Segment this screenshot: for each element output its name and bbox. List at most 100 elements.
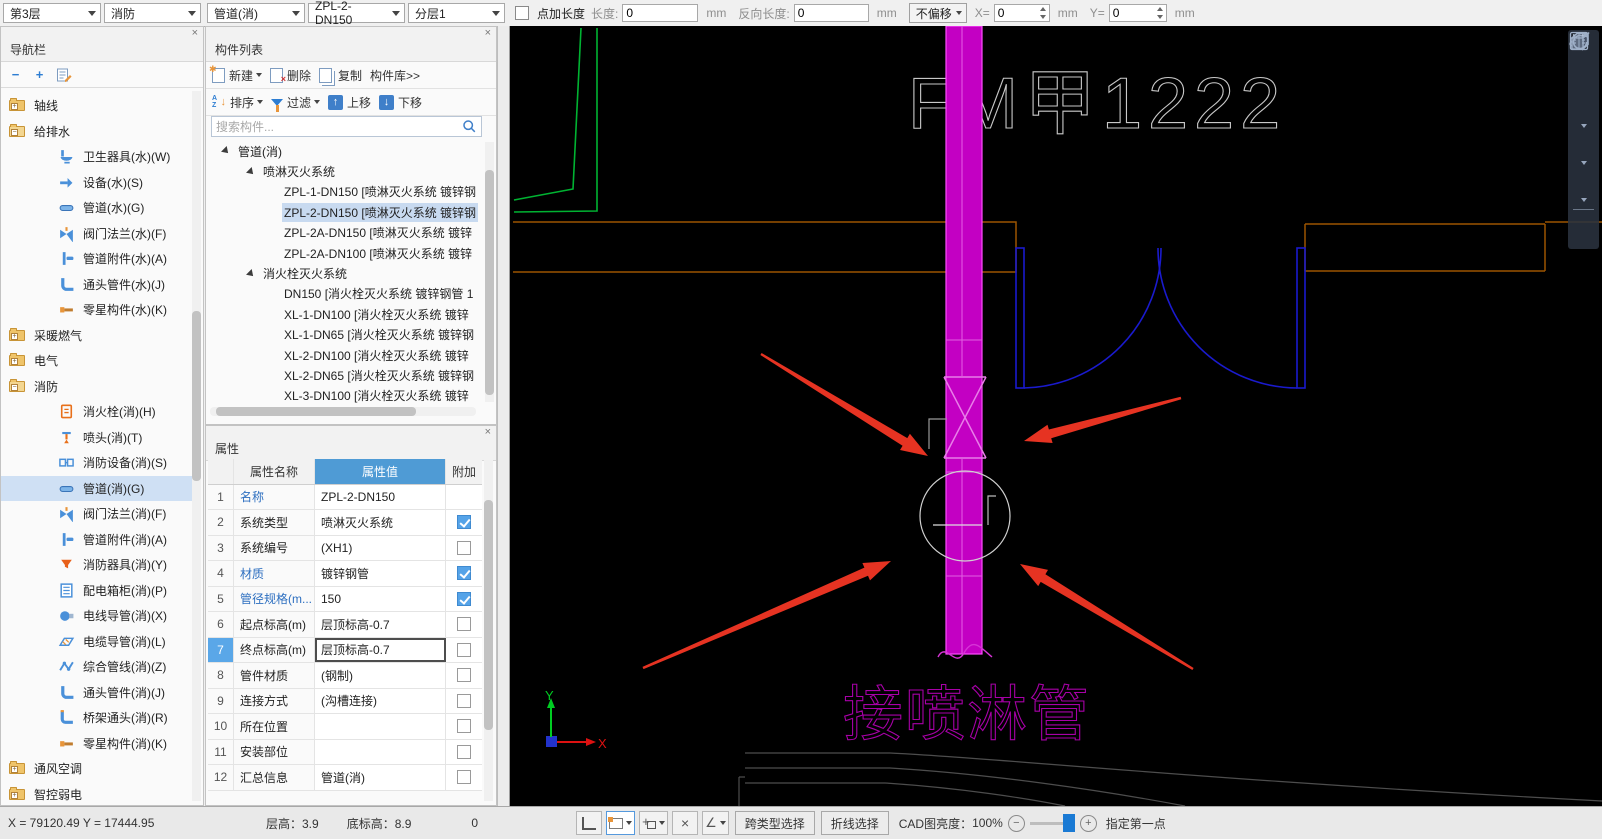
spinner-arrows-icon[interactable] [1155, 5, 1166, 21]
sort-button[interactable]: AZ↓ 排序 [212, 94, 263, 111]
floor-select[interactable]: 第3层 [3, 3, 101, 23]
extra-checkbox[interactable] [457, 617, 471, 631]
sidebar-item[interactable]: 零星构件(消)(K) [1, 731, 193, 757]
cad-canvas[interactable]: FM甲1222 [510, 26, 1602, 806]
sidebar-item[interactable]: 阀门法兰(消)(F) [1, 501, 193, 527]
extra-checkbox[interactable] [457, 643, 471, 657]
ortho-mode-button[interactable] [576, 811, 602, 835]
view-3d-button[interactable]: 3D [1570, 66, 1597, 93]
property-row[interactable]: 8管件材质(钢制) [208, 663, 482, 689]
rect-select-button[interactable] [606, 811, 635, 835]
sidebar-item[interactable]: 管道附件(消)(A) [1, 527, 193, 553]
component-item[interactable]: ZPL-2-DN150 [喷淋灭火系统 镀锌钢 [206, 202, 482, 222]
chevron-down-icon[interactable] [1581, 124, 1587, 128]
sidebar-item[interactable]: +电气 [1, 348, 193, 374]
property-row[interactable]: 12汇总信息管道(消) [208, 765, 482, 791]
sidebar-item[interactable]: +智控弱电 [1, 782, 193, 806]
chevron-down-icon[interactable] [1581, 198, 1587, 202]
sidebar-item[interactable]: 消防设备(消)(S) [1, 450, 193, 476]
rotate-view-button[interactable] [1570, 169, 1597, 196]
component-select[interactable]: ZPL-2-DN150 [308, 3, 405, 23]
property-value[interactable]: 层顶标高-0.7 [315, 612, 446, 637]
sidebar-item[interactable]: 消防器具(消)(Y) [1, 552, 193, 578]
component-item[interactable]: 管道(消) [206, 141, 482, 161]
sidebar-item[interactable]: 通头管件(消)(J) [1, 680, 193, 706]
collapse-all-icon[interactable]: − [7, 66, 24, 83]
move-down-button[interactable]: ↓ 下移 [379, 94, 422, 111]
property-value[interactable]: (钢制) [315, 663, 446, 688]
property-row[interactable]: 3系统编号(XH1) [208, 536, 482, 562]
sidebar-item[interactable]: 电线导管(消)(X) [1, 603, 193, 629]
component-item[interactable]: DN150 [消火栓灭火系统 镀锌钢管 1 [206, 284, 482, 304]
component-item[interactable]: ZPL-2A-DN100 [喷淋灭火系统 镀锌 [206, 243, 482, 263]
component-item[interactable]: 消火栓灭火系统 [206, 263, 482, 283]
component-item[interactable]: XL-2-DN65 [消火栓灭火系统 镀锌钢 [206, 365, 482, 385]
extra-checkbox[interactable] [457, 566, 471, 580]
expand-arrow-icon[interactable] [246, 167, 256, 177]
property-row[interactable]: 1名称ZPL-2-DN150 [208, 485, 482, 511]
extra-checkbox[interactable] [457, 719, 471, 733]
view-shaded-button[interactable] [1570, 132, 1597, 159]
sidebar-item[interactable]: 管道(消)(G) [1, 476, 193, 502]
sidebar-item[interactable]: 电缆导管(消)(L) [1, 629, 193, 655]
nav-scrollbar[interactable] [192, 91, 201, 801]
property-row[interactable]: 6起点标高(m)层顶标高-0.7 [208, 612, 482, 638]
component-item[interactable]: ZPL-2A-DN150 [喷淋灭火系统 镀锌 [206, 223, 482, 243]
move-up-button[interactable]: ↑ 上移 [328, 94, 371, 111]
expand-arrow-icon[interactable] [221, 146, 231, 156]
extra-checkbox[interactable] [457, 745, 471, 759]
panel-splitter[interactable] [497, 26, 510, 806]
extra-checkbox[interactable] [457, 668, 471, 682]
sidebar-item[interactable]: 通头管件(水)(J) [1, 272, 193, 298]
spinner-arrows-icon[interactable] [1038, 5, 1049, 21]
brightness-slider-thumb[interactable] [1063, 814, 1075, 832]
layer-select[interactable]: 分层1 [408, 3, 505, 23]
display-settings-button[interactable] [1570, 215, 1597, 242]
search-input[interactable] [212, 120, 462, 134]
sidebar-item[interactable]: 消火栓(消)(H) [1, 399, 193, 425]
property-row[interactable]: 4材质镀锌钢管 [208, 561, 482, 587]
sidebar-item[interactable]: 综合管线(消)(Z) [1, 654, 193, 680]
component-item[interactable]: XL-3-DN100 [消火栓灭火系统 镀锌 [206, 386, 482, 406]
sidebar-item[interactable]: 管道附件(水)(A) [1, 246, 193, 272]
sidebar-item[interactable]: 桥架通头(消)(R) [1, 705, 193, 731]
sidebar-item[interactable]: +采暖燃气 [1, 323, 193, 349]
properties-scrollbar[interactable] [484, 460, 493, 801]
component-hscrollbar[interactable] [210, 407, 476, 416]
deselect-button[interactable]: × [672, 811, 698, 835]
property-value[interactable] [315, 740, 446, 765]
property-row[interactable]: 11安装部位 [208, 740, 482, 766]
specialty-select[interactable]: 消防 [104, 3, 201, 23]
sidebar-item[interactable]: −给排水 [1, 119, 193, 145]
close-icon[interactable]: × [485, 27, 491, 40]
offset-mode-select[interactable]: 不偏移 [909, 3, 967, 23]
sidebar-item[interactable]: 设备(水)(S) [1, 170, 193, 196]
cross-type-select-button[interactable]: 跨类型选择 [735, 811, 815, 835]
component-item[interactable]: 喷淋灭火系统 [206, 161, 482, 181]
sidebar-item[interactable]: +通风空调 [1, 756, 193, 782]
chevron-down-icon[interactable] [1581, 161, 1587, 165]
property-value[interactable]: 喷淋灭火系统 [315, 510, 446, 535]
component-search[interactable] [211, 116, 482, 137]
sidebar-item[interactable]: 配电箱柜(消)(P) [1, 578, 193, 604]
copy-button[interactable]: 复制 [319, 67, 362, 84]
close-icon[interactable]: × [192, 27, 198, 40]
sidebar-item[interactable]: 喷头(消)(T) [1, 425, 193, 451]
sidebar-item[interactable]: 卫生器具(水)(W) [1, 144, 193, 170]
component-item[interactable]: ZPL-1-DN150 [喷淋灭火系统 镀锌钢 [206, 182, 482, 202]
point-add-length-checkbox[interactable] [515, 6, 529, 20]
property-row[interactable]: 10所在位置 [208, 714, 482, 740]
cross-select-button[interactable] [639, 811, 668, 835]
reverse-length-input[interactable] [794, 4, 869, 22]
property-value[interactable] [315, 714, 446, 739]
new-button[interactable]: ✱ 新建 [212, 67, 262, 84]
component-item[interactable]: XL-1-DN65 [消火栓灭火系统 镀锌钢 [206, 325, 482, 345]
sidebar-item[interactable]: −消防 [1, 374, 193, 400]
close-icon[interactable]: × [485, 426, 491, 439]
expand-all-icon[interactable]: + [31, 66, 48, 83]
extra-checkbox[interactable] [457, 541, 471, 555]
extra-checkbox[interactable] [457, 770, 471, 784]
component-vscrollbar[interactable] [485, 142, 494, 402]
sidebar-item[interactable]: 管道(水)(G) [1, 195, 193, 221]
component-item[interactable]: XL-2-DN100 [消火栓灭火系统 镀锌 [206, 345, 482, 365]
